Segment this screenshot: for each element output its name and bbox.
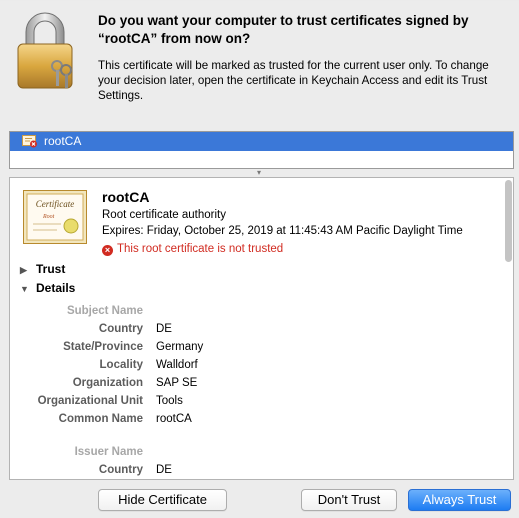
certificate-name: rootCA [102, 189, 150, 205]
issuer-name-section: Issuer Name [74, 446, 143, 458]
certificate-type: Root certificate authority [102, 209, 227, 221]
field-value-organizational-unit: Tools [156, 395, 183, 407]
hide-certificate-button[interactable]: Hide Certificate [98, 489, 227, 511]
field-label-organizational-unit: Organizational Unit [37, 395, 143, 407]
scrollbar-thumb[interactable] [505, 180, 512, 262]
certificate-list-item[interactable]: rootCA [10, 132, 513, 151]
certificate-list-item-label: rootCA [44, 134, 82, 148]
certificate-icon: Certificate Root [23, 190, 87, 244]
trust-disclosure-label: Trust [36, 262, 66, 276]
always-trust-button[interactable]: Always Trust [408, 489, 511, 511]
dont-trust-button[interactable]: Don't Trust [301, 489, 397, 511]
dialog-title: Do you want your computer to trust certi… [98, 13, 469, 46]
subject-name-section: Subject Name [66, 305, 143, 317]
svg-text:Root: Root [42, 214, 55, 220]
details-scrollbar[interactable] [505, 180, 512, 479]
field-label-organization: Organization [72, 377, 143, 389]
details-disclosure-label: Details [36, 281, 76, 295]
trust-disclosure[interactable]: ▶ Trust [20, 262, 65, 276]
details-disclosure[interactable]: ▼ Details [20, 281, 75, 295]
trust-warning: × This root certificate is not trusted [102, 243, 283, 256]
trust-warning-text: This root certificate is not trusted [117, 243, 284, 255]
certificate-invalid-icon [22, 135, 37, 148]
svg-text:Certificate: Certificate [36, 199, 75, 209]
certificate-details-panel[interactable]: Certificate Root rootCA Root certificate… [9, 177, 514, 480]
field-value-state: Germany [156, 341, 204, 353]
field-value-organization: SAP SE [156, 377, 198, 389]
trust-dialog-sheet: Do you want your computer to trust certi… [0, 0, 519, 518]
field-value-country: DE [156, 323, 172, 335]
dialog-message: This certificate will be marked as trust… [98, 59, 489, 102]
error-x-icon: × [102, 245, 113, 256]
field-value-issuer-country: DE [156, 464, 172, 476]
field-label-state: State/Province [63, 341, 143, 353]
field-value-common-name: rootCA [156, 413, 192, 425]
field-label-locality: Locality [99, 359, 143, 371]
lock-icon [17, 12, 73, 89]
split-handle-icon[interactable]: ▾ [257, 168, 261, 177]
disclosure-right-icon: ▶ [20, 265, 27, 275]
disclosure-down-icon: ▼ [20, 284, 29, 294]
field-value-locality: Walldorf [156, 359, 198, 371]
field-label-issuer-country: Country [98, 464, 143, 476]
field-label-common-name: Common Name [58, 413, 143, 425]
certificate-expiry: Expires: Friday, October 25, 2019 at 11:… [102, 225, 463, 237]
field-label-country: Country [98, 323, 143, 335]
certificate-list[interactable]: rootCA [9, 131, 514, 169]
